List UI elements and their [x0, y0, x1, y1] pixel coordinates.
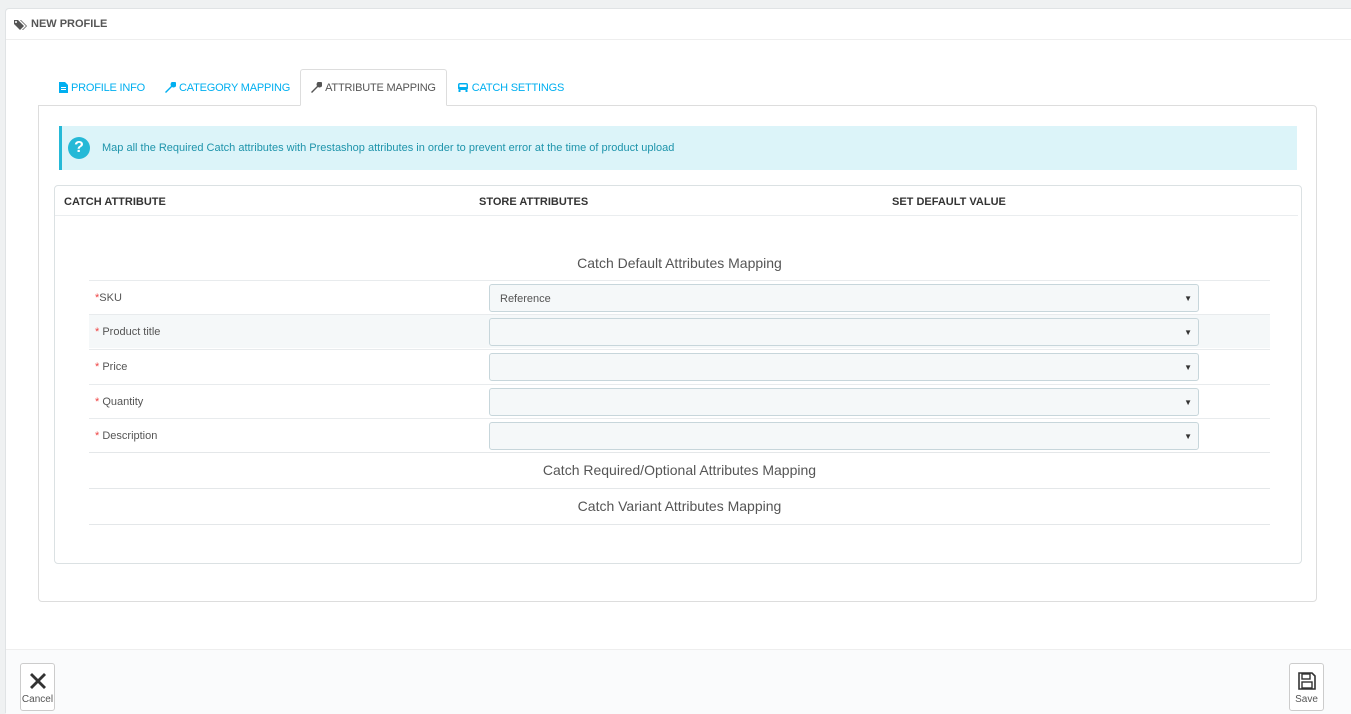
table-row: *SKU Reference ▼: [89, 280, 1270, 314]
attribute-mapping-table: CATCH ATTRIBUTE STORE ATTRIBUTES SET DEF…: [54, 185, 1302, 564]
select-value: Reference: [500, 293, 551, 305]
panel-heading: NEW PROFILE: [6, 9, 1351, 40]
section-title-default: Catch Default Attributes Mapping: [577, 255, 782, 271]
caret-down-icon: ▼: [1184, 363, 1192, 372]
caret-down-icon: ▼: [1184, 398, 1192, 407]
save-label: Save: [1295, 694, 1318, 705]
row-label: * Description: [95, 430, 157, 442]
store-attribute-select[interactable]: ▼: [489, 422, 1199, 450]
caret-down-icon: ▼: [1184, 294, 1192, 303]
header-store-attributes: STORE ATTRIBUTES: [479, 196, 589, 208]
table-row: * Price ▼: [89, 349, 1270, 383]
tab-label: ATTRIBUTE MAPPING: [325, 81, 436, 94]
floppy-disk-icon: [1297, 668, 1316, 694]
tab-bar: PROFILE INFO CATEGORY MAPPING ATTRIBUTE …: [49, 69, 574, 106]
header-set-default-value: SET DEFAULT VALUE: [892, 196, 1006, 208]
table-row: * Description ▼: [89, 418, 1270, 452]
divider: [89, 488, 1270, 489]
tab-catch-settings[interactable]: CATCH SETTINGS: [447, 69, 574, 106]
tab-attribute-mapping[interactable]: ATTRIBUTE MAPPING: [300, 69, 447, 106]
tab-label: CATEGORY MAPPING: [179, 81, 291, 94]
row-label: *SKU: [95, 292, 122, 304]
save-button[interactable]: Save: [1289, 663, 1324, 711]
tags-icon: [14, 19, 28, 30]
store-attribute-select[interactable]: Reference ▼: [489, 284, 1199, 312]
row-label-text: SKU: [99, 292, 122, 304]
divider: [89, 452, 1270, 453]
tab-label: PROFILE INFO: [71, 81, 145, 94]
panel-title: NEW PROFILE: [31, 18, 108, 30]
tab-label: CATCH SETTINGS: [471, 81, 565, 94]
cancel-label: Cancel: [21, 694, 54, 705]
row-label-text: Product title: [102, 326, 161, 338]
info-alert: ? Map all the Required Catch attributes …: [59, 126, 1297, 170]
tab-profile-info[interactable]: PROFILE INFO: [49, 69, 155, 106]
section-title-required-optional: Catch Required/Optional Attributes Mappi…: [542, 462, 817, 478]
store-attribute-select[interactable]: ▼: [489, 388, 1199, 416]
caret-down-icon: ▼: [1184, 432, 1192, 441]
close-icon: [29, 668, 47, 694]
divider: [89, 524, 1270, 525]
wrench-icon: [311, 82, 323, 93]
row-label: * Quantity: [95, 396, 143, 408]
tab-content: ? Map all the Required Catch attributes …: [38, 105, 1317, 602]
store-attribute-select[interactable]: ▼: [489, 318, 1199, 346]
row-label: * Price: [95, 361, 127, 373]
store-attribute-select[interactable]: ▼: [489, 353, 1199, 381]
table-row: * Quantity ▼: [89, 384, 1270, 418]
caret-down-icon: ▼: [1184, 328, 1192, 337]
section-title-variant: Catch Variant Attributes Mapping: [577, 498, 782, 514]
question-circle-icon: ?: [68, 137, 90, 159]
file-icon: [59, 82, 68, 93]
profile-panel: NEW PROFILE PROFILE INFO CATEGORY MAPPIN…: [5, 8, 1351, 714]
cancel-button[interactable]: Cancel: [20, 663, 55, 711]
tab-category-mapping[interactable]: CATEGORY MAPPING: [155, 69, 300, 106]
header-catch-attribute: CATCH ATTRIBUTE: [64, 196, 166, 208]
table-row: * Product title ▼: [89, 314, 1270, 348]
row-label-text: Description: [102, 430, 158, 442]
car-icon: [457, 82, 469, 93]
wrench-icon: [165, 82, 176, 93]
row-label-text: Price: [102, 361, 128, 373]
row-label: * Product title: [95, 326, 160, 338]
panel-footer: Cancel Save: [6, 649, 1351, 714]
table-header: CATCH ATTRIBUTE STORE ATTRIBUTES SET DEF…: [55, 186, 1298, 216]
row-label-text: Quantity: [102, 396, 144, 408]
alert-text: Map all the Required Catch attributes wi…: [102, 142, 675, 154]
